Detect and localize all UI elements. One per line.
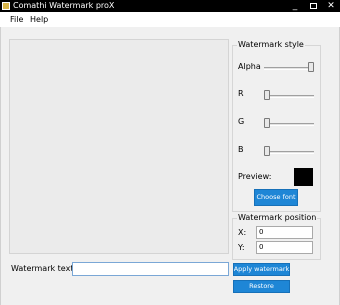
watermark-position-title: Watermark position [237, 213, 318, 223]
menu-file[interactable]: File [10, 15, 23, 25]
r-label: R [238, 89, 244, 98]
g-label: G [238, 117, 245, 126]
alpha-label: Alpha [238, 62, 261, 71]
slider-track [264, 151, 314, 154]
x-position-field[interactable]: 0 [256, 226, 313, 239]
b-label: B [238, 145, 244, 154]
choose-font-button[interactable]: Choose font [254, 189, 298, 206]
apply-watermark-button[interactable]: Apply watermark [233, 263, 290, 276]
color-preview-swatch [294, 168, 313, 186]
menu-bar: File Help [0, 13, 340, 27]
maximize-icon [309, 2, 317, 9]
slider-thumb[interactable] [264, 146, 270, 156]
slider-thumb[interactable] [308, 62, 314, 72]
x-label: X: [238, 228, 247, 237]
watermark-style-title: Watermark style [237, 40, 305, 50]
preview-label: Preview: [238, 172, 272, 181]
app-icon [2, 2, 10, 10]
slider-thumb[interactable] [264, 118, 270, 128]
slider-thumb[interactable] [264, 90, 270, 100]
y-label: Y: [238, 243, 245, 252]
window-title: Comathi Watermark proX [13, 1, 115, 10]
restore-button[interactable]: Restore [233, 280, 290, 293]
slider-track [264, 67, 314, 70]
maximize-button[interactable] [304, 0, 322, 12]
minimize-button[interactable]: _ [286, 0, 304, 12]
slider-track [264, 123, 314, 126]
close-button[interactable]: ✕ [322, 0, 340, 12]
watermark-text-input[interactable] [72, 262, 229, 276]
watermark-text-label: Watermark text: [11, 264, 77, 273]
menu-help[interactable]: Help [30, 15, 48, 25]
slider-track [264, 95, 314, 98]
image-canvas[interactable] [9, 39, 229, 254]
y-position-field[interactable]: 0 [256, 241, 313, 254]
title-bar: Comathi Watermark proX _ ✕ [0, 0, 340, 12]
